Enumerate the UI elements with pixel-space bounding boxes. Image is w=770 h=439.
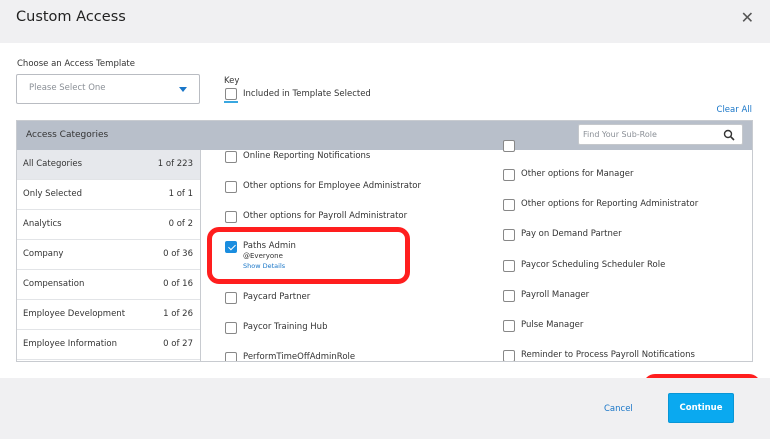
role-label: Other options for Manager	[521, 169, 634, 179]
category-name: Employee Information	[23, 339, 118, 349]
role-checkbox[interactable]	[503, 199, 515, 211]
role-checkbox[interactable]	[503, 290, 515, 302]
role-checkbox[interactable]	[503, 260, 515, 272]
key-label: Key	[224, 76, 240, 86]
category-count: 1 of 26	[163, 309, 193, 319]
template-select[interactable]: Please Select One	[16, 74, 200, 104]
category-count: 1 of 1	[168, 189, 193, 199]
template-label: Choose an Access Template	[17, 59, 135, 69]
role-checkbox-checked[interactable]	[225, 241, 237, 253]
show-details-link[interactable]: Show Details	[243, 262, 285, 270]
role-label: Other options for Reporting Administrato…	[521, 199, 699, 209]
category-item-all-categories[interactable]: All Categories 1 of 223	[17, 150, 200, 180]
category-count: 0 of 16	[163, 279, 193, 289]
category-name: Analytics	[23, 219, 62, 229]
category-item-only-selected[interactable]: Only Selected 1 of 1	[17, 180, 200, 210]
category-count: 0 of 2	[168, 219, 193, 229]
role-label: Other options for Employee Administrator	[243, 181, 421, 191]
panel-header: Access Categories	[17, 121, 752, 150]
role-label: Paycor Training Hub	[243, 322, 328, 332]
category-name: All Categories	[23, 159, 83, 169]
role-checkbox[interactable]	[225, 151, 237, 163]
role-label: Paths Admin	[243, 241, 296, 251]
modal-header: Custom Access ✕	[0, 0, 770, 43]
role-checkbox[interactable]	[503, 229, 515, 241]
close-icon[interactable]: ✕	[741, 9, 754, 27]
category-name: Compensation	[23, 279, 85, 289]
role-checkbox[interactable]	[503, 320, 515, 332]
role-label: PerformTimeOffAdminRole	[243, 352, 356, 362]
category-count: 0 of 27	[163, 339, 193, 349]
role-label: Other options for Payroll Administrator	[243, 211, 408, 221]
role-checkbox[interactable]	[225, 181, 237, 193]
category-count: 0 of 36	[163, 249, 193, 259]
role-checkbox[interactable]	[225, 322, 237, 334]
search-icon[interactable]	[723, 129, 735, 141]
role-checkbox[interactable]	[503, 140, 515, 152]
category-item-employee-development[interactable]: Employee Development 1 of 26	[17, 300, 200, 330]
role-label: Pay on Demand Partner	[521, 229, 622, 239]
role-label: Paycor Scheduling Scheduler Role	[521, 260, 666, 270]
role-audience: @Everyone	[243, 252, 283, 260]
key-checkbox-icon	[224, 88, 238, 103]
category-item-employee-information[interactable]: Employee Information 0 of 27	[17, 330, 200, 360]
role-label: Payroll Manager	[521, 290, 590, 300]
category-item-company[interactable]: Company 0 of 36	[17, 240, 200, 270]
modal-footer	[0, 378, 770, 439]
template-placeholder: Please Select One	[29, 83, 106, 93]
search-box	[578, 124, 743, 145]
role-label: Online Reporting Notifications	[243, 151, 371, 161]
category-name: Company	[23, 249, 64, 259]
category-item-compensation[interactable]: Compensation 0 of 16	[17, 270, 200, 300]
continue-button[interactable]: Continue	[668, 393, 734, 423]
category-list: All Categories 1 of 223 Only Selected 1 …	[17, 150, 201, 361]
role-checkbox[interactable]	[225, 211, 237, 223]
category-name: Employee Development	[23, 309, 126, 319]
key-text: Included in Template Selected	[243, 89, 371, 99]
chevron-down-icon	[179, 87, 187, 92]
role-label: Paycard Partner	[243, 292, 311, 302]
modal-title: Custom Access	[16, 9, 126, 25]
role-checkbox[interactable]	[503, 169, 515, 181]
role-checkbox[interactable]	[503, 350, 515, 361]
category-name: Only Selected	[23, 189, 83, 199]
clear-all-link[interactable]: Clear All	[717, 105, 752, 115]
panel-header-label: Access Categories	[26, 130, 109, 140]
category-count: 1 of 223	[157, 159, 193, 169]
role-label: Pulse Manager	[521, 320, 584, 330]
access-panel: Access Categories All Categories 1 of 22…	[16, 120, 753, 362]
role-label: Reminder to Process Payroll Notification…	[521, 350, 695, 360]
cancel-button[interactable]: Cancel	[604, 404, 633, 414]
category-item-analytics[interactable]: Analytics 0 of 2	[17, 210, 200, 240]
search-input[interactable]	[579, 125, 719, 144]
role-checkbox[interactable]	[225, 352, 237, 361]
role-checkbox[interactable]	[225, 292, 237, 304]
